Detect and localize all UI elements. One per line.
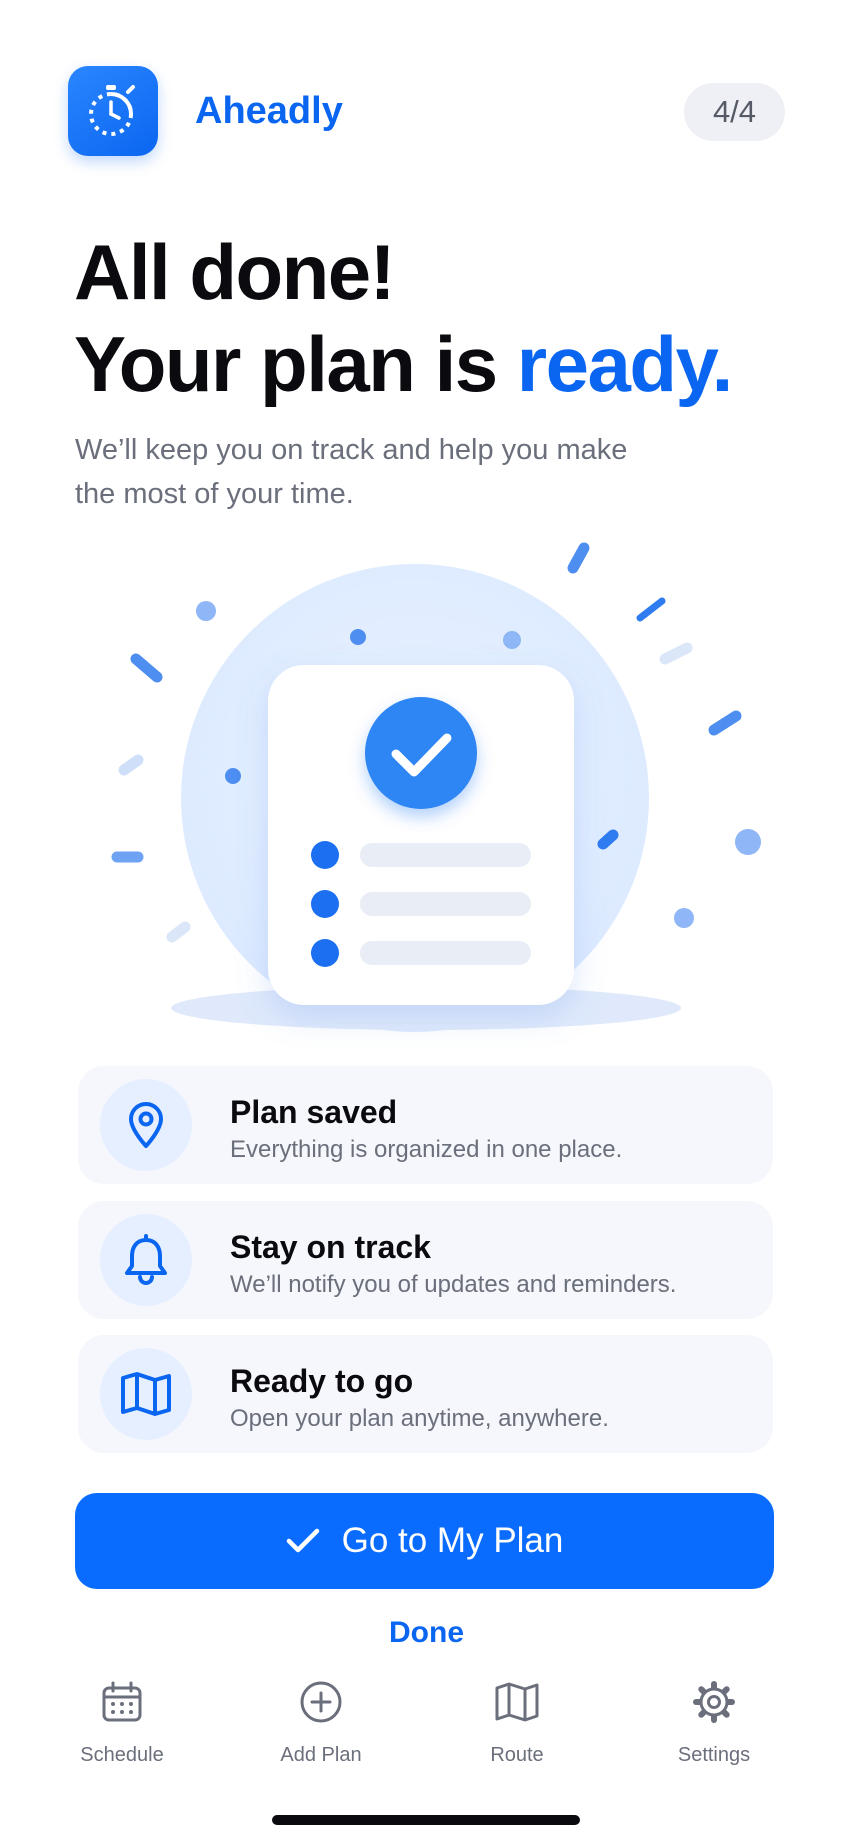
title-line-2-prefix: Your plan is: [74, 320, 498, 408]
feature-description: Open your plan anytime, anywhere.: [230, 1405, 609, 1432]
calendar-icon: [37, 1678, 207, 1726]
tab-add-plan[interactable]: Add Plan: [236, 1678, 406, 1767]
feature-title: Stay on track: [230, 1229, 431, 1265]
bottom-tab-bar: Schedule Add Plan Route Settings: [0, 1678, 853, 1788]
tab-label: Schedule: [80, 1744, 164, 1766]
feature-description: Everything is organized in one place.: [230, 1136, 623, 1163]
tab-route[interactable]: Route: [432, 1678, 602, 1767]
tab-settings[interactable]: Settings: [629, 1678, 799, 1767]
plan-ready-illustration: [111, 542, 761, 1032]
feature-stay-on-track: Stay on track We’ll notify you of update…: [78, 1201, 773, 1319]
tab-label: Settings: [677, 1744, 751, 1766]
feature-plan-saved: Plan saved Everything is organized in on…: [78, 1066, 773, 1184]
plus-circle-icon: [236, 1678, 406, 1726]
map-icon: [100, 1348, 192, 1440]
gear-icon: [629, 1678, 799, 1726]
tab-schedule[interactable]: Schedule: [37, 1678, 207, 1767]
tab-label: Route: [490, 1744, 544, 1766]
go-to-my-plan-label: Go to My Plan: [341, 1521, 564, 1560]
map-icon: [432, 1678, 602, 1726]
tab-label: Add Plan: [280, 1744, 362, 1766]
title-line-2: Your plan is ready.: [74, 318, 734, 410]
bell-icon: [100, 1214, 192, 1306]
feature-description: We’ll notify you of updates and reminder…: [230, 1271, 677, 1298]
title-line-1: All done!: [74, 228, 396, 316]
location-pin-icon: [100, 1079, 192, 1171]
app-name: Aheadly: [195, 90, 343, 132]
feature-title: Plan saved: [230, 1094, 398, 1130]
step-indicator: 4/4: [684, 83, 785, 141]
home-indicator: [272, 1815, 580, 1825]
feature-ready-to-go: Ready to go Open your plan anytime, anyw…: [78, 1335, 773, 1453]
page-title: All done! Your plan is ready.: [74, 226, 734, 410]
page-subtitle: We’ll keep you on track and help you mak…: [75, 434, 628, 510]
stopwatch-icon: [68, 66, 158, 156]
done-button[interactable]: Done: [0, 1616, 853, 1650]
onboarding-complete-screen: Aheadly 4/4 All done! Your plan is ready…: [0, 0, 853, 1844]
title-line-2-accent: ready.: [516, 320, 734, 408]
checkmark-icon: [286, 1528, 319, 1553]
feature-title: Ready to go: [230, 1363, 414, 1399]
go-to-my-plan-button[interactable]: Go to My Plan: [75, 1493, 774, 1589]
